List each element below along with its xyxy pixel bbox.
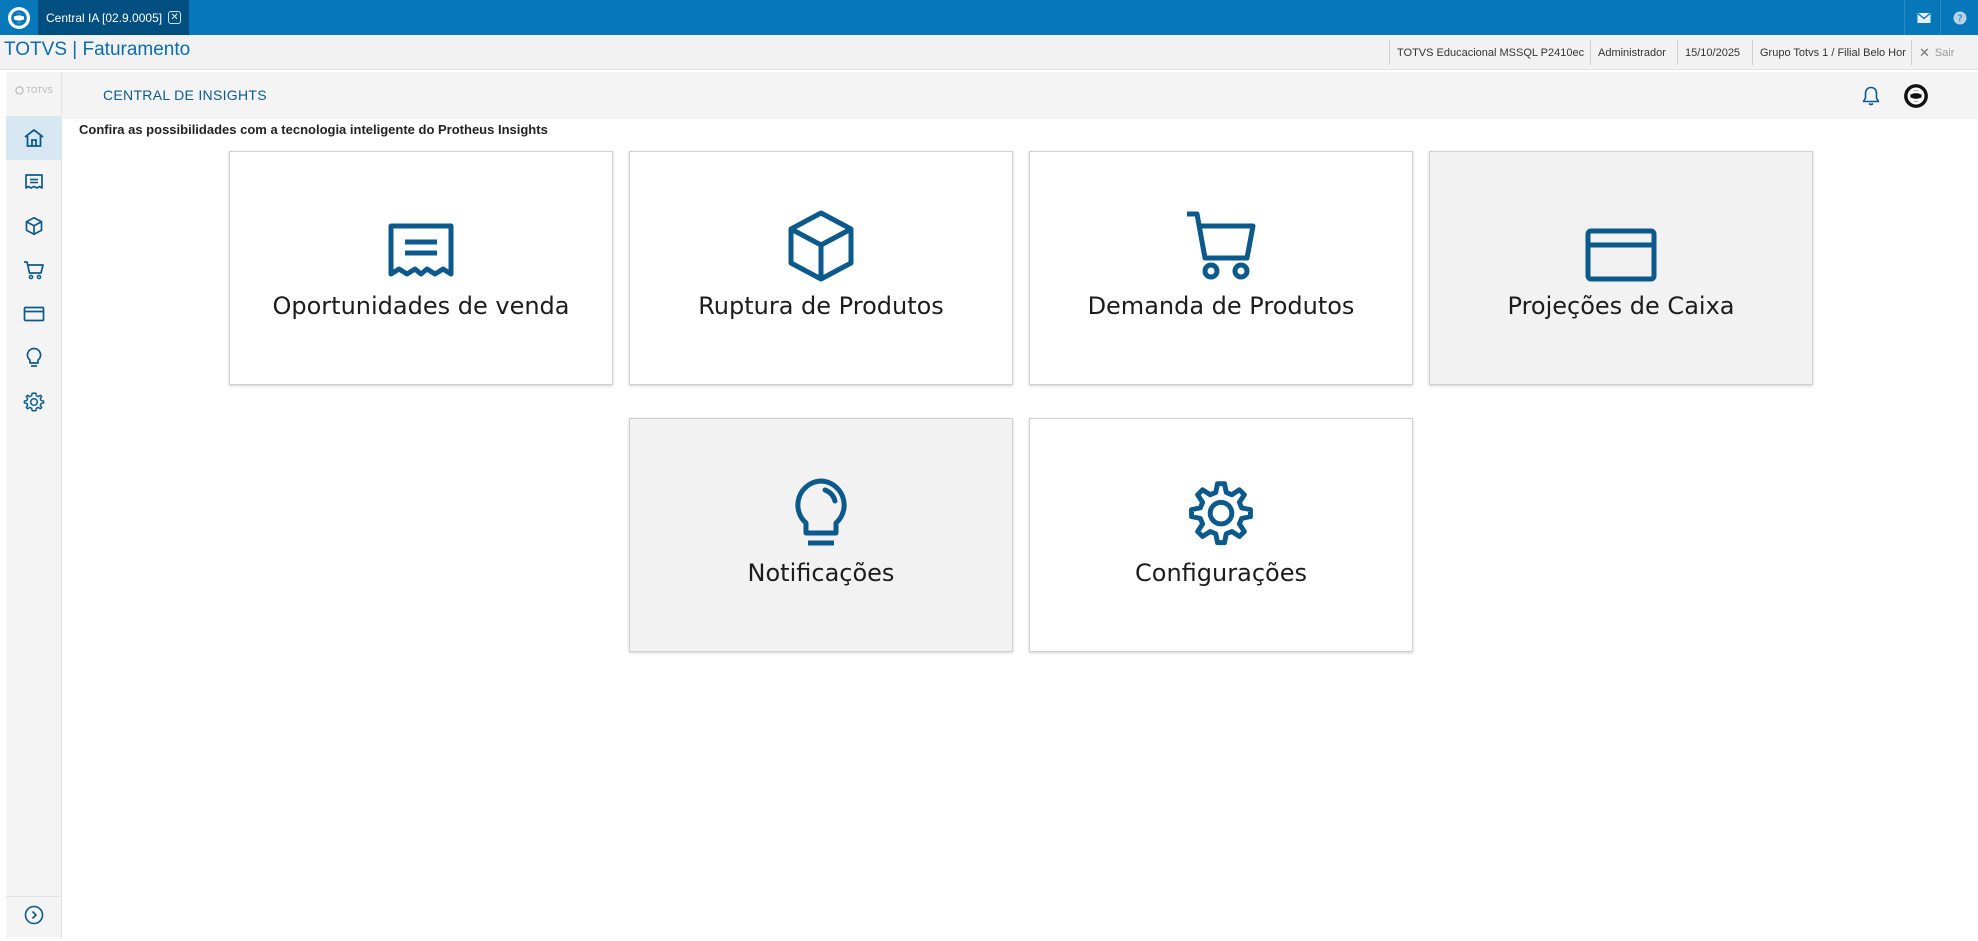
- card-icon-wrap: [387, 210, 455, 282]
- window-tabbar: Central IA [02.9.0005] ✕ ?: [0, 0, 1978, 35]
- tab-central-ia[interactable]: Central IA [02.9.0005] ✕: [38, 0, 190, 35]
- bell-icon: [1862, 86, 1880, 106]
- svg-text:?: ?: [1957, 13, 1962, 24]
- chevron-right-circle-icon: [24, 905, 44, 924]
- sidebar: TOTVS: [6, 72, 62, 938]
- card-label: Notificações: [747, 559, 895, 587]
- card-label: Projeções de Caixa: [1507, 292, 1735, 320]
- date-label: 15/10/2025: [1677, 40, 1747, 65]
- user-label: Administrador: [1590, 40, 1673, 65]
- sidebar-item-ruptura[interactable]: [6, 204, 62, 248]
- page-title: CENTRAL DE INSIGHTS: [103, 87, 267, 103]
- page-header: CENTRAL DE INSIGHTS: [62, 72, 1978, 119]
- cart-icon: [24, 261, 44, 280]
- receipt-icon: [388, 223, 454, 277]
- totvs-logo-button[interactable]: [0, 0, 38, 35]
- card-icon-wrap: [787, 210, 855, 282]
- card-icon-wrap: [1185, 210, 1257, 282]
- totvs-logo-dark-icon: [1904, 84, 1928, 108]
- box-icon: [25, 216, 43, 236]
- gear-icon: [1189, 481, 1253, 546]
- gear-icon: [23, 392, 45, 412]
- totvs-mini-logo-icon: [15, 86, 24, 95]
- sidebar-item-projecoes[interactable]: [6, 292, 62, 336]
- card-icon-wrap: [1585, 210, 1657, 282]
- mail-icon: [1917, 12, 1930, 23]
- app-title: TOTVS | Faturamento: [4, 39, 191, 60]
- totvs-logo-button-right[interactable]: [1902, 82, 1930, 110]
- card-label: Ruptura de Produtos: [698, 292, 944, 320]
- card-ruptura-de-produtos[interactable]: Ruptura de Produtos: [629, 151, 1013, 385]
- sidebar-item-oportunidades[interactable]: [6, 160, 62, 204]
- box-icon: [788, 210, 854, 282]
- help-icon: ?: [1953, 11, 1966, 24]
- lightbulb-icon: [795, 478, 847, 546]
- card-label: Demanda de Produtos: [1087, 292, 1355, 320]
- card-icon-wrap: [791, 477, 851, 549]
- sidebar-item-demanda[interactable]: [6, 248, 62, 292]
- card-projecoes-de-caixa[interactable]: Projeções de Caixa: [1429, 151, 1813, 385]
- sidebar-item-configuracoes[interactable]: [6, 380, 62, 424]
- environment-label: TOTVS Educacional MSSQL P2410ec: [1389, 40, 1591, 65]
- tab-label: Central IA [02.9.0005]: [46, 10, 163, 25]
- page-subtitle: Confira as possibilidades com a tecnolog…: [79, 122, 548, 137]
- sidebar-item-home[interactable]: [6, 116, 62, 160]
- sidebar-brand: TOTVS: [6, 86, 62, 95]
- help-button[interactable]: ?: [1940, 0, 1978, 35]
- card-icon-wrap: [1186, 477, 1256, 549]
- sidebar-expand-button[interactable]: [6, 896, 62, 932]
- home-icon: [24, 129, 44, 147]
- card-oportunidades-de-venda[interactable]: Oportunidades de venda: [229, 151, 613, 385]
- card-configuracoes[interactable]: Configurações: [1029, 418, 1413, 652]
- sidebar-item-notificacoes[interactable]: [6, 336, 62, 380]
- messages-button[interactable]: [1904, 0, 1942, 35]
- notifications-button[interactable]: [1858, 83, 1884, 109]
- credit-card-icon: [23, 306, 45, 322]
- branch-label: Grupo Totvs 1 / Filial Belo Hor: [1752, 40, 1913, 65]
- card-label: Oportunidades de venda: [272, 292, 570, 320]
- logout-button[interactable]: ✕ Sair: [1911, 40, 1961, 65]
- credit-card-icon: [1585, 228, 1657, 282]
- card-notificacoes[interactable]: Notificações: [629, 418, 1013, 652]
- close-icon: ✕: [1919, 44, 1930, 60]
- receipt-icon: [25, 174, 43, 189]
- cart-icon: [1187, 211, 1256, 280]
- card-label: Configurações: [1135, 559, 1307, 587]
- logout-label: Sair: [1934, 46, 1955, 59]
- sidebar-brand-label: TOTVS: [26, 86, 53, 95]
- lightbulb-icon: [26, 347, 42, 367]
- app-header: TOTVS | Faturamento TOTVS Educacional MS…: [0, 35, 1978, 70]
- totvs-logo-icon: [8, 6, 30, 29]
- tab-close-icon[interactable]: ✕: [168, 11, 182, 24]
- card-demanda-de-produtos[interactable]: Demanda de Produtos: [1029, 151, 1413, 385]
